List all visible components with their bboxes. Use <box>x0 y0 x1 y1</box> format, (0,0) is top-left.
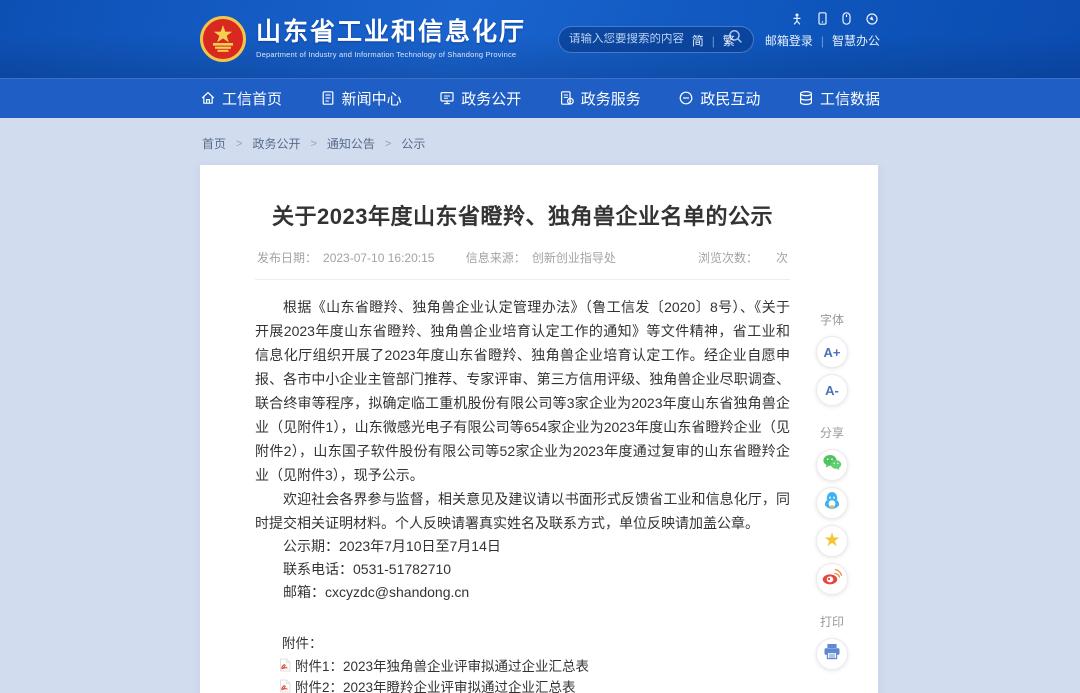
nav-item-service[interactable]: 政务服务 <box>559 88 641 109</box>
nav-item-label: 政务服务 <box>581 88 641 109</box>
service-icon <box>559 90 575 106</box>
accessibility-icon[interactable] <box>791 13 803 25</box>
breadcrumb-home[interactable]: 首页 <box>202 135 226 152</box>
article-meta: 发布日期： 2023-07-10 16:20:15 信息来源： 创新创业指导处 浏览… <box>255 249 790 280</box>
nav-item-interaction[interactable]: 政民互动 <box>678 88 760 109</box>
breadcrumb-separator: > <box>385 138 391 150</box>
attachments-label: 附件： <box>255 634 790 654</box>
attachment-link-2[interactable]: 附件2：2023年瞪羚企业评审拟通过企业汇总表 <box>279 679 790 693</box>
publish-date-label: 发布日期： <box>257 251 317 265</box>
breadcrumb-current[interactable]: 公示 <box>401 135 425 152</box>
interaction-icon <box>678 90 694 106</box>
nav-item-news[interactable]: 新闻中心 <box>320 88 402 109</box>
nav-item-label: 工信数据 <box>820 88 880 109</box>
article-paragraph: 根据《山东省瞪羚、独角兽企业认定管理办法》（鲁工信发〔2020〕8号）、《关于开… <box>255 295 790 487</box>
nav-item-home[interactable]: 工信首页 <box>200 88 282 109</box>
print-label: 打印 <box>804 613 860 630</box>
topbar: 简 | 繁 邮箱登录 | 智慧办公 <box>692 12 880 49</box>
share-weibo-button[interactable] <box>816 563 848 595</box>
main-nav: 工信首页 新闻中心 政务公开 政务服务 政民互动 <box>0 78 1080 118</box>
qq-icon <box>823 491 841 515</box>
contact-email-line: 邮箱：cxcyzdc@shandong.cn <box>255 581 790 604</box>
attachment-link-1[interactable]: 附件1：2023年独角兽企业评审拟通过企业汇总表 <box>279 658 790 675</box>
nav-item-label: 政民互动 <box>700 88 760 109</box>
attachments-section: 附件： 附件1：2023年独角兽企业评审拟通过企业汇总表 附件2：2023年瞪羚… <box>255 634 790 693</box>
breadcrumb: 首页 > 政务公开 > 通知公告 > 公示 <box>202 135 1080 152</box>
qzone-icon: ★ <box>823 531 840 550</box>
font-decrease-text: A- <box>825 383 839 398</box>
national-emblem-icon <box>200 16 246 62</box>
weibo-icon <box>822 568 842 590</box>
breadcrumb-separator: > <box>310 138 316 150</box>
data-icon <box>798 90 814 106</box>
site-identity: 山东省工业和信息化厅 Department of Industry and In… <box>256 19 526 59</box>
views-label: 浏览次数： <box>698 251 758 265</box>
header-banner: 山东省工业和信息化厅 Department of Industry and In… <box>0 0 1080 78</box>
divider: | <box>712 34 715 48</box>
source-label: 信息来源： <box>466 251 526 265</box>
lang-traditional-link[interactable]: 繁 <box>723 32 735 49</box>
mobile-icon[interactable] <box>818 12 827 25</box>
divider: | <box>821 34 824 48</box>
nav-item-disclosure[interactable]: 政务公开 <box>439 88 521 109</box>
smart-office-link[interactable]: 智慧办公 <box>832 32 880 49</box>
wisdom-icon[interactable] <box>866 13 878 25</box>
print-button[interactable] <box>816 638 848 670</box>
publish-date-value: 2023-07-10 16:20:15 <box>323 251 434 265</box>
printer-icon <box>823 643 841 665</box>
mail-login-link[interactable]: 邮箱登录 <box>765 32 813 49</box>
share-label: 分享 <box>804 424 860 441</box>
attachment-label: 附件1：2023年独角兽企业评审拟通过企业汇总表 <box>295 659 589 674</box>
nav-item-data[interactable]: 工信数据 <box>798 88 880 109</box>
pdf-icon <box>279 658 291 675</box>
article-card: 关于2023年度山东省瞪羚、独角兽企业名单的公示 发布日期： 2023-07-10… <box>200 165 878 693</box>
font-size-label: 字体 <box>804 311 860 328</box>
breadcrumb-notices[interactable]: 通知公告 <box>327 135 375 152</box>
pdf-icon <box>279 679 291 693</box>
nav-item-label: 政务公开 <box>461 88 521 109</box>
share-wechat-button[interactable] <box>816 449 848 481</box>
nav-item-label: 工信首页 <box>222 88 282 109</box>
attachment-label: 附件2：2023年瞪羚企业评审拟通过企业汇总表 <box>295 680 576 693</box>
news-icon <box>320 90 336 106</box>
share-qzone-button[interactable]: ★ <box>816 525 848 557</box>
mouse-icon[interactable] <box>842 12 851 25</box>
contact-phone-line: 联系电话：0531-51782710 <box>255 558 790 581</box>
source-value: 创新创业指导处 <box>532 251 616 265</box>
font-increase-text: A+ <box>824 345 841 360</box>
article-title: 关于2023年度山东省瞪羚、独角兽企业名单的公示 <box>255 199 790 231</box>
wechat-icon <box>822 454 842 476</box>
disclosure-icon <box>439 90 455 106</box>
site-title: 山东省工业和信息化厅 <box>256 19 526 47</box>
breadcrumb-separator: > <box>236 138 242 150</box>
side-tools: 字体 A+ A- 分享 ★ 打印 <box>804 311 860 676</box>
font-increase-button[interactable]: A+ <box>816 336 848 368</box>
lang-simplified-link[interactable]: 简 <box>692 32 704 49</box>
share-qq-button[interactable] <box>816 487 848 519</box>
home-icon <box>200 90 216 106</box>
site-subtitle: Department of Industry and Information T… <box>256 50 526 59</box>
publicity-period-line: 公示期：2023年7月10日至7月14日 <box>255 535 790 558</box>
breadcrumb-disclosure[interactable]: 政务公开 <box>252 135 300 152</box>
article-paragraph: 欢迎社会各界参与监督，相关意见及建议请以书面形式反馈省工业和信息化厅，同时提交相… <box>255 487 790 535</box>
views-suffix: 次 <box>776 251 788 265</box>
font-decrease-button[interactable]: A- <box>816 374 848 406</box>
nav-item-label: 新闻中心 <box>342 88 402 109</box>
